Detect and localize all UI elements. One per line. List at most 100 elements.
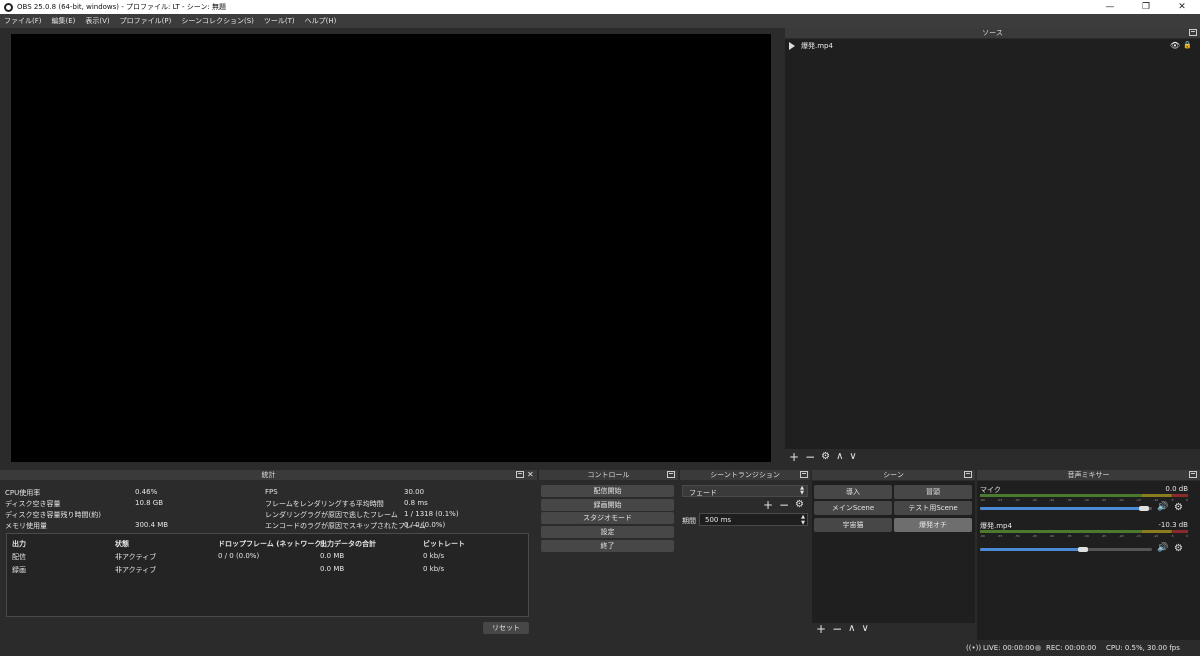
undock-icon[interactable] xyxy=(964,471,972,478)
undock-icon[interactable] xyxy=(1189,471,1197,478)
stat-label: エンコードのラグが原因でスキップされたフレーム xyxy=(265,522,426,530)
minimize-button[interactable]: — xyxy=(1092,0,1128,14)
start-recording-button[interactable]: 録画開始 xyxy=(541,499,674,511)
scene-item-selected[interactable]: 爆発オチ xyxy=(894,518,972,532)
studio-mode-button[interactable]: スタジオモード xyxy=(541,512,674,524)
remove-scene-button[interactable]: − xyxy=(832,623,842,635)
table-cell: 非アクティブ xyxy=(115,553,157,561)
table-header: ドロップフレーム (ネットワーク) xyxy=(218,540,325,548)
table-header: ビットレート xyxy=(423,540,465,548)
stat-label: ディスク空き容量残り時間(約) xyxy=(5,511,101,519)
play-icon[interactable] xyxy=(789,42,795,50)
scenes-title: シーン xyxy=(812,470,975,480)
add-source-button[interactable]: + xyxy=(789,451,799,463)
volume-slider-fill xyxy=(980,548,1088,551)
menu-scene-collection[interactable]: シーンコレクション(S) xyxy=(181,16,254,26)
stat-label: FPS xyxy=(265,488,278,496)
stat-label: CPU使用率 xyxy=(5,489,41,497)
table-header: 出力 xyxy=(12,540,26,548)
move-source-up-button[interactable]: ∧ xyxy=(836,452,843,462)
scene-item[interactable]: 宇宙猫 xyxy=(814,518,892,532)
transition-selected: フェード xyxy=(689,489,717,497)
menu-view[interactable]: 表示(V) xyxy=(85,16,109,26)
speaker-icon[interactable]: 🔊 xyxy=(1157,543,1168,553)
undock-icon[interactable] xyxy=(516,471,524,478)
scene-item[interactable]: 冒頭 xyxy=(894,485,972,499)
source-item[interactable]: 爆発.mp4 👁 🔒 xyxy=(789,41,1194,51)
add-scene-button[interactable]: + xyxy=(816,623,826,635)
menu-edit[interactable]: 編集(E) xyxy=(52,16,76,26)
transition-select[interactable]: フェード ▲ ▼ xyxy=(682,485,808,497)
menu-bar: ファイル(F) 編集(E) 表示(V) プロファイル(P) シーンコレクション(… xyxy=(0,14,1200,28)
settings-button[interactable]: 設定 xyxy=(541,526,674,538)
stat-value: 30.00 xyxy=(404,488,425,496)
table-cell: 0.0 MB xyxy=(320,565,345,573)
stat-value: 0.8 ms xyxy=(404,499,428,507)
visibility-eye-icon[interactable]: 👁 xyxy=(1170,41,1180,50)
sources-list[interactable]: 爆発.mp4 👁 🔒 xyxy=(785,39,1200,449)
stat-label: ディスク空き容量 xyxy=(5,500,61,508)
table-cell: 0.0 MB xyxy=(320,552,345,560)
duration-label: 期間 xyxy=(682,517,696,525)
menu-file[interactable]: ファイル(F) xyxy=(4,16,42,26)
mixer-track-db: 0.0 dB xyxy=(1165,485,1188,493)
stats-dock: 統計 ✕ CPU使用率 0.46% ディスク空き容量 10.8 GB ディスク空… xyxy=(0,470,537,640)
stat-value: 1 / 1318 (0.1%) xyxy=(404,510,459,518)
menu-profile[interactable]: プロファイル(P) xyxy=(120,16,172,26)
table-cell: 配信 xyxy=(12,553,26,561)
menu-help[interactable]: ヘルプ(H) xyxy=(305,16,337,26)
volume-slider-handle[interactable] xyxy=(1078,547,1088,552)
mixer-gear-icon[interactable]: ⚙ xyxy=(1174,543,1183,554)
scene-transitions-dock: シーントランジション フェード ▲ ▼ + − ⚙ 期間 500 ms ▲ ▼ xyxy=(680,470,810,640)
spin-arrows-icon[interactable]: ▲ ▼ xyxy=(801,514,805,526)
table-header: 出力データの合計 xyxy=(320,540,376,548)
move-source-down-button[interactable]: ∨ xyxy=(849,452,856,462)
preview-canvas[interactable] xyxy=(11,34,771,462)
window-title: OBS 25.0.8 (64-bit, windows) - プロファイル: L… xyxy=(17,3,227,11)
move-scene-down-button[interactable]: ∨ xyxy=(861,624,868,634)
close-icon[interactable]: ✕ xyxy=(527,470,534,479)
restore-button[interactable]: ❐ xyxy=(1128,0,1164,14)
remove-transition-button[interactable]: − xyxy=(779,498,789,512)
start-streaming-button[interactable]: 配信開始 xyxy=(541,485,674,497)
output-stats-table: 出力 状態 ドロップフレーム (ネットワーク) 出力データの合計 ビットレート … xyxy=(6,533,529,617)
lock-icon[interactable]: 🔒 xyxy=(1183,41,1192,49)
sources-toolbar: + − ⚙ ∧ ∨ xyxy=(789,451,863,463)
audio-mixer-title: 音声ミキサー xyxy=(977,470,1200,480)
add-transition-button[interactable]: + xyxy=(763,498,773,512)
volume-slider-handle[interactable] xyxy=(1139,506,1149,511)
table-header: 状態 xyxy=(115,540,129,548)
scene-item[interactable]: 導入 xyxy=(814,485,892,499)
source-properties-gear-icon[interactable]: ⚙ xyxy=(821,452,830,462)
scene-transitions-title: シーントランジション xyxy=(680,470,810,480)
transition-properties-gear-icon[interactable]: ⚙ xyxy=(795,499,804,510)
reset-button[interactable]: リセット xyxy=(483,622,529,634)
sources-title: ソース xyxy=(785,28,1200,38)
duration-value: 500 ms xyxy=(705,516,732,524)
rec-time: REC: 00:00:00 xyxy=(1046,644,1097,652)
remove-source-button[interactable]: − xyxy=(805,451,815,463)
speaker-icon[interactable]: 🔊 xyxy=(1157,502,1168,512)
mixer-gear-icon[interactable]: ⚙ xyxy=(1174,502,1183,513)
scene-item[interactable]: テスト用Scene xyxy=(894,501,972,515)
menu-tools[interactable]: ツール(T) xyxy=(264,16,295,26)
undock-icon[interactable] xyxy=(1189,29,1197,36)
stat-value: 0 / 0 (0.0%) xyxy=(404,521,446,529)
exit-button[interactable]: 終了 xyxy=(541,540,674,552)
title-bar: OBS 25.0.8 (64-bit, windows) - プロファイル: L… xyxy=(0,0,1200,14)
undock-icon[interactable] xyxy=(800,471,808,478)
controls-title: コントロール xyxy=(539,470,678,480)
scene-item[interactable]: メインScene xyxy=(814,501,892,515)
table-cell: 0 kb/s xyxy=(423,565,445,573)
volume-slider-fill xyxy=(980,507,1149,510)
table-cell: 0 kb/s xyxy=(423,552,445,560)
undock-icon[interactable] xyxy=(667,471,675,478)
table-cell: 0 / 0 (0.0%) xyxy=(218,552,260,560)
volume-meter xyxy=(980,494,1188,497)
duration-spinbox[interactable]: 500 ms ▲ ▼ xyxy=(699,513,808,526)
cpu-fps: CPU: 0.5%, 30.00 fps xyxy=(1106,644,1180,652)
audio-mixer-dock: 音声ミキサー マイク 0.0 dB -60 -55 -50 -45 -40 -35 -30-… xyxy=(977,470,1200,640)
move-scene-up-button[interactable]: ∧ xyxy=(848,624,855,634)
close-button[interactable]: ✕ xyxy=(1164,0,1200,14)
stat-label: フレームをレンダリングする平均時間 xyxy=(265,500,384,508)
